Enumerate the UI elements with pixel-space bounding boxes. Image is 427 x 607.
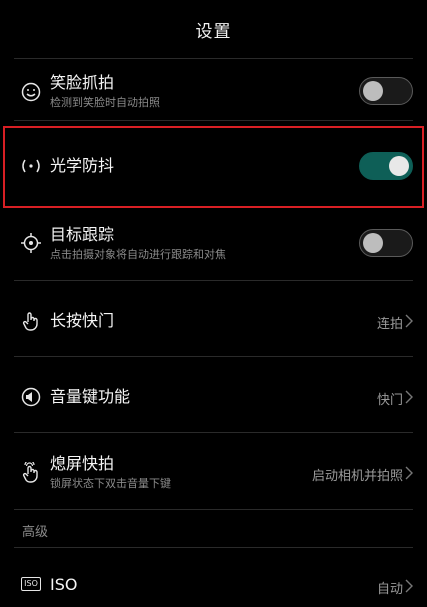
setting-volume-key-function[interactable]: 音量键功能 快门 — [0, 372, 427, 422]
divider — [14, 547, 413, 548]
hand-tap-icon — [20, 310, 42, 332]
divider — [14, 280, 413, 281]
screen-off-snapshot-label: 熄屏快拍 — [50, 454, 115, 473]
smile-capture-label: 笑脸抓拍 — [50, 73, 115, 92]
chevron-right-icon — [405, 390, 413, 404]
setting-target-tracking[interactable]: 目标跟踪 点击拍摄对象将自动进行跟踪和对焦 — [0, 216, 427, 270]
divider — [14, 356, 413, 357]
divider — [14, 120, 413, 121]
chevron-right-icon — [405, 314, 413, 328]
app-header: 设置 — [0, 0, 427, 58]
highlight-box — [3, 126, 424, 208]
hand-double-tap-icon — [20, 462, 42, 484]
setting-smile-capture[interactable]: 笑脸抓拍 检测到笑脸时自动拍照 — [0, 66, 427, 118]
target-tracking-label: 目标跟踪 — [50, 225, 115, 244]
iso-label: ISO — [50, 575, 78, 594]
smile-capture-toggle[interactable] — [359, 77, 413, 105]
smile-icon — [20, 81, 42, 103]
chevron-right-icon — [405, 579, 413, 593]
target-tracking-toggle[interactable] — [359, 229, 413, 257]
screen-off-snapshot-value: 启动相机并拍照 — [311, 469, 403, 484]
iso-icon: ISO — [20, 575, 42, 593]
iso-value: 自动 — [376, 582, 403, 597]
long-press-shutter-label: 长按快门 — [50, 311, 115, 330]
chevron-right-icon — [405, 466, 413, 480]
divider — [14, 432, 413, 433]
long-press-shutter-value: 连拍 — [376, 317, 403, 332]
setting-long-press-shutter[interactable]: 长按快门 连拍 — [0, 296, 427, 346]
volume-key-function-value: 快门 — [376, 393, 403, 408]
volume-key-function-label: 音量键功能 — [50, 387, 131, 406]
setting-screen-off-snapshot[interactable]: 熄屏快拍 锁屏状态下双击音量下键 启动相机并拍照 — [0, 446, 427, 500]
smile-capture-desc: 检测到笑脸时自动拍照 — [50, 96, 160, 109]
target-icon — [20, 232, 42, 254]
section-header-advanced: 高级 — [22, 525, 49, 540]
page-title: 设置 — [195, 21, 232, 42]
target-tracking-desc: 点击拍摄对象将自动进行跟踪和对焦 — [50, 248, 226, 261]
screen-off-snapshot-desc: 锁屏状态下双击音量下键 — [50, 477, 171, 490]
setting-iso[interactable]: ISO ISO 自动 — [0, 562, 427, 607]
divider — [14, 509, 413, 510]
divider — [14, 58, 413, 59]
volume-key-icon — [20, 386, 42, 408]
